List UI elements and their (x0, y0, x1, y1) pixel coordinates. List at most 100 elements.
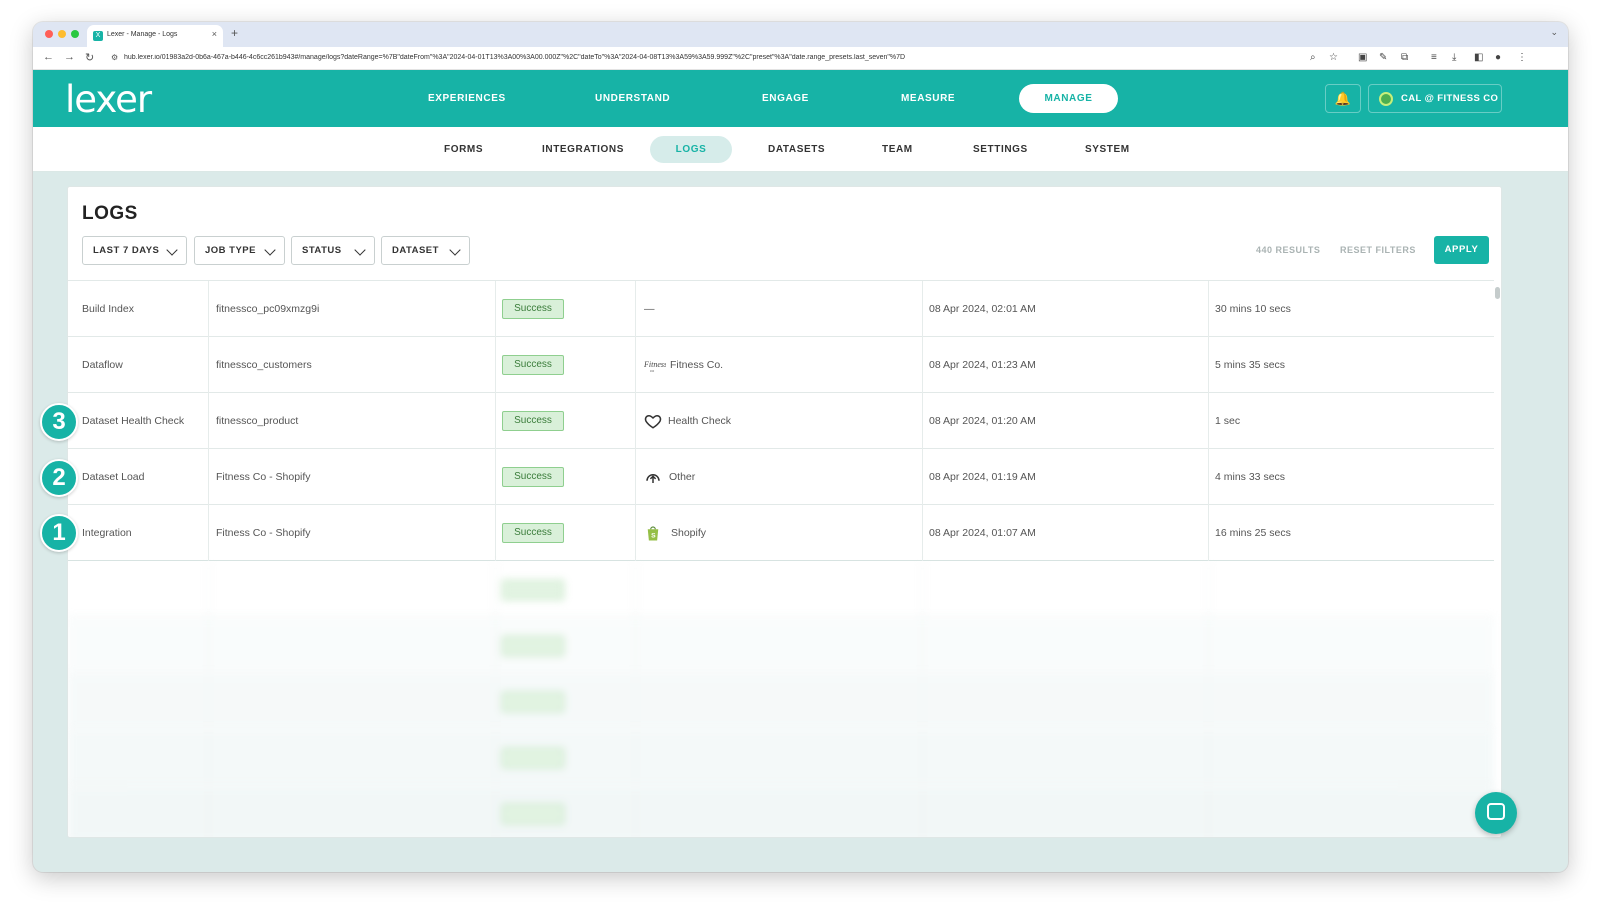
reset-filters-button[interactable]: RESET FILTERS (1340, 245, 1416, 255)
blurred-status-badge (502, 636, 564, 656)
blurred-status-badge (502, 804, 564, 824)
close-window-button[interactable] (45, 30, 53, 38)
job-name-cell: fitnessco_product (216, 415, 299, 427)
job-type-filter[interactable]: JOB TYPE (194, 236, 285, 265)
maximize-window-button[interactable] (71, 30, 79, 38)
profile-icon[interactable]: ● (1495, 52, 1501, 63)
subnav-datasets[interactable]: DATASETS (768, 127, 825, 172)
browser-window: X Lexer - Manage - Logs × + ⌄ ← → ↻ ⚙ hu… (33, 22, 1568, 872)
job-name-cell: fitnessco_pc09xmzg9i (216, 303, 320, 315)
logs-table: Build Index fitnessco_pc09xmzg9i Success… (68, 280, 1494, 837)
status-badge: Success (502, 411, 564, 431)
blurred-status-badge (502, 580, 564, 600)
table-row[interactable]: Integration Fitness Co - Shopify Success… (68, 505, 1494, 561)
notifications-bell-icon[interactable]: 🔔 (1325, 84, 1361, 113)
blurred-row (68, 730, 1494, 786)
pen-extension-icon[interactable]: ✎ (1379, 52, 1387, 63)
download-icon[interactable]: ⤓ (1452, 52, 1456, 63)
apply-button[interactable]: APPLY (1434, 236, 1489, 264)
blurred-status-badge (502, 748, 564, 768)
source-cell: — (644, 303, 655, 315)
table-row[interactable]: Dataset Health Check fitnessco_product S… (68, 393, 1494, 449)
sidebar-icon[interactable]: ◧ (1474, 52, 1483, 63)
date-cell: 08 Apr 2024, 01:19 AM (929, 471, 1036, 483)
job-type-cell: Integration (82, 527, 132, 539)
lexer-logo[interactable]: lexer (65, 78, 152, 121)
job-name-cell: fitnessco_customers (216, 359, 312, 371)
tab-search-icon[interactable]: ⌄ (1550, 27, 1558, 38)
blurred-row (68, 562, 1494, 618)
nav-manage[interactable]: MANAGE (1019, 84, 1118, 113)
duration-cell: 4 mins 33 secs (1215, 471, 1286, 483)
date-cell: 08 Apr 2024, 02:01 AM (929, 303, 1036, 315)
heart-icon (644, 414, 662, 429)
job-type-cell: Dataset Load (82, 471, 145, 483)
forward-icon[interactable]: → (64, 51, 75, 63)
date-range-filter-label: LAST 7 DAYS (93, 245, 160, 256)
table-row[interactable]: Dataset Load Fitness Co - Shopify Succes… (68, 449, 1494, 505)
reading-list-icon[interactable]: ≡ (1431, 52, 1437, 63)
reload-icon[interactable]: ↻ (85, 51, 94, 64)
source-cell: Health Check (668, 415, 732, 427)
scrollbar-thumb[interactable] (1495, 287, 1500, 299)
menu-icon[interactable]: ⋮ (1517, 52, 1527, 63)
status-badge: Success (502, 467, 564, 487)
date-range-filter[interactable]: LAST 7 DAYS (82, 236, 187, 265)
manage-sub-nav: FORMS INTEGRATIONS LOGS DATASETS TEAM SE… (33, 127, 1568, 172)
chat-support-button[interactable] (1475, 792, 1517, 834)
duration-cell: 1 sec (1215, 415, 1241, 427)
blurred-row (68, 786, 1494, 837)
step-marker-1: 1 (40, 514, 78, 552)
nav-engage[interactable]: ENGAGE (762, 70, 809, 127)
subnav-logs[interactable]: LOGS (650, 136, 732, 163)
new-tab-button[interactable]: + (231, 26, 238, 40)
dataset-filter-label: DATASET (392, 245, 439, 256)
svg-text:Fitness: Fitness (644, 360, 666, 369)
date-cell: 08 Apr 2024, 01:23 AM (929, 359, 1036, 371)
subnav-integrations[interactable]: INTEGRATIONS (542, 127, 624, 172)
fitness-co-logo-icon: Fitness co (644, 360, 666, 373)
nav-measure[interactable]: MEASURE (901, 70, 955, 127)
table-row[interactable]: Dataflow fitnessco_customers Success Fit… (68, 337, 1494, 393)
chevron-down-icon (354, 244, 366, 256)
blurred-row (68, 618, 1494, 674)
puzzle-icon[interactable]: ⧉ (1401, 52, 1408, 63)
subnav-forms[interactable]: FORMS (444, 127, 483, 172)
date-cell: 08 Apr 2024, 01:07 AM (929, 527, 1036, 539)
browser-tab[interactable]: X Lexer - Manage - Logs × (87, 25, 223, 47)
source-cell: Shopify (671, 527, 707, 539)
browser-tab-title: Lexer - Manage - Logs (107, 31, 178, 38)
subnav-team[interactable]: TEAM (882, 127, 913, 172)
app-header: lexer EXPERIENCES UNDERSTAND ENGAGE MEAS… (33, 70, 1568, 127)
back-icon[interactable]: ← (43, 51, 54, 63)
job-type-filter-label: JOB TYPE (205, 245, 256, 256)
site-info-icon[interactable]: ⚙ (111, 53, 118, 62)
dataset-filter[interactable]: DATASET (381, 236, 470, 265)
status-badge: Success (502, 299, 564, 319)
job-type-cell: Build Index (82, 303, 134, 315)
chat-icon (1487, 803, 1505, 820)
url-field[interactable]: hub.lexer.io/01983a2d-0b6a-467a-b446-4c6… (124, 54, 1294, 61)
zoom-icon[interactable]: ⌕ (1310, 52, 1316, 63)
date-cell: 08 Apr 2024, 01:20 AM (929, 415, 1036, 427)
minimize-window-button[interactable] (58, 30, 66, 38)
bookmark-star-icon[interactable]: ☆ (1329, 52, 1338, 63)
chevron-down-icon (264, 244, 276, 256)
blurred-row (68, 674, 1494, 730)
close-tab-icon[interactable]: × (212, 29, 217, 39)
account-menu-button[interactable]: CAL @ FITNESS CO (1368, 84, 1502, 113)
step-marker-2: 2 (40, 459, 78, 497)
extension-icon[interactable]: ▣ (1358, 52, 1367, 63)
subnav-settings[interactable]: SETTINGS (973, 127, 1028, 172)
chevron-down-icon (449, 244, 461, 256)
status-filter[interactable]: STATUS (291, 236, 375, 265)
duration-cell: 30 mins 10 secs (1215, 303, 1291, 315)
job-type-cell: Dataflow (82, 359, 123, 371)
nav-experiences[interactable]: EXPERIENCES (428, 70, 506, 127)
nav-understand[interactable]: UNDERSTAND (595, 70, 670, 127)
source-cell: Other (669, 471, 696, 483)
subnav-system[interactable]: SYSTEM (1085, 127, 1130, 172)
table-row[interactable]: Build Index fitnessco_pc09xmzg9i Success… (68, 281, 1494, 337)
duration-cell: 16 mins 25 secs (1215, 527, 1291, 539)
status-badge: Success (502, 523, 564, 543)
